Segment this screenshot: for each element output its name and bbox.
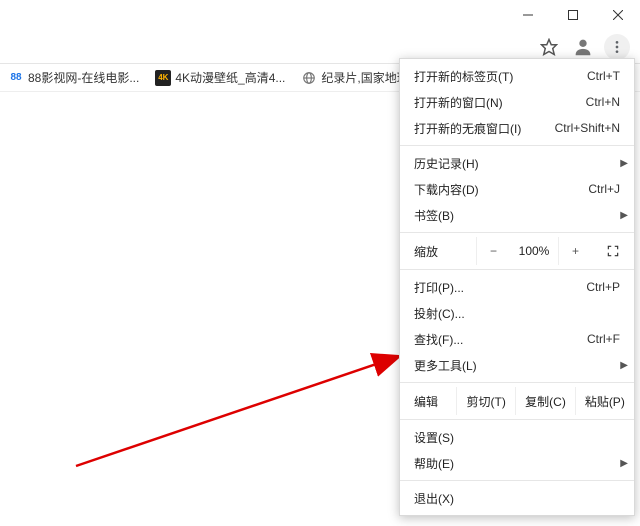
menu-label: 打印(P)... xyxy=(414,279,586,296)
menu-label: 书签(B) xyxy=(414,207,620,224)
window-titlebar xyxy=(0,0,640,30)
zoom-out-button[interactable]: − xyxy=(476,237,510,265)
menu-label: 打开新的无痕窗口(I) xyxy=(414,120,555,137)
menu-help[interactable]: 帮助(E) ▶ xyxy=(400,450,634,476)
menu-shortcut: Ctrl+Shift+N xyxy=(555,121,620,135)
menu-label: 历史记录(H) xyxy=(414,155,620,172)
menu-shortcut: Ctrl+N xyxy=(586,95,620,109)
menu-shortcut: Ctrl+F xyxy=(587,332,620,346)
bookmark-label: 4K动漫壁纸_高清4... xyxy=(175,69,285,86)
menu-find[interactable]: 查找(F)... Ctrl+F xyxy=(400,326,634,352)
zoom-in-button[interactable]: + xyxy=(558,237,592,265)
menu-new-tab[interactable]: 打开新的标签页(T) Ctrl+T xyxy=(400,63,634,89)
bookmark-item[interactable]: 4K 4K动漫壁纸_高清4... xyxy=(155,69,285,86)
menu-new-window[interactable]: 打开新的窗口(N) Ctrl+N xyxy=(400,89,634,115)
menu-label: 更多工具(L) xyxy=(414,357,620,374)
menu-shortcut: Ctrl+J xyxy=(588,182,620,196)
fullscreen-button[interactable] xyxy=(592,244,634,258)
menu-copy[interactable]: 复制(C) xyxy=(515,387,574,415)
menu-bookmarks[interactable]: 书签(B) ▶ xyxy=(400,202,634,228)
menu-new-incognito[interactable]: 打开新的无痕窗口(I) Ctrl+Shift+N xyxy=(400,115,634,141)
favicon xyxy=(301,70,317,86)
submenu-arrow-icon: ▶ xyxy=(620,210,628,221)
menu-print[interactable]: 打印(P)... Ctrl+P xyxy=(400,274,634,300)
menu-shortcut: Ctrl+T xyxy=(587,69,620,83)
menu-label: 缩放 xyxy=(414,243,476,260)
menu-cast[interactable]: 投射(C)... xyxy=(400,300,634,326)
submenu-arrow-icon: ▶ xyxy=(620,158,628,169)
favicon: 4K xyxy=(155,70,171,86)
menu-label: 帮助(E) xyxy=(414,455,620,472)
menu-label: 编辑 xyxy=(400,387,456,415)
menu-label: 设置(S) xyxy=(414,429,620,446)
submenu-arrow-icon: ▶ xyxy=(620,458,628,469)
menu-label: 打开新的窗口(N) xyxy=(414,94,586,111)
menu-separator xyxy=(400,145,634,146)
profile-avatar-icon[interactable] xyxy=(570,34,596,60)
menu-shortcut: Ctrl+P xyxy=(586,280,620,294)
window-maximize-button[interactable] xyxy=(550,0,595,30)
bookmark-star-icon[interactable] xyxy=(536,34,562,60)
zoom-value: 100% xyxy=(510,244,558,258)
menu-paste[interactable]: 粘贴(P) xyxy=(575,387,634,415)
menu-edit-row: 编辑 剪切(T) 复制(C) 粘贴(P) xyxy=(400,387,634,415)
menu-separator xyxy=(400,419,634,420)
menu-cut[interactable]: 剪切(T) xyxy=(456,387,515,415)
menu-separator xyxy=(400,382,634,383)
menu-exit[interactable]: 退出(X) xyxy=(400,485,634,511)
menu-label: 查找(F)... xyxy=(414,331,587,348)
menu-separator xyxy=(400,480,634,481)
menu-more-tools[interactable]: 更多工具(L) ▶ xyxy=(400,352,634,378)
bookmark-label: 88影视网-在线电影... xyxy=(28,69,139,86)
window-close-button[interactable] xyxy=(595,0,640,30)
menu-downloads[interactable]: 下载内容(D) Ctrl+J xyxy=(400,176,634,202)
menu-label: 退出(X) xyxy=(414,490,620,507)
menu-kebab-icon[interactable] xyxy=(604,34,630,60)
chrome-main-menu: 打开新的标签页(T) Ctrl+T 打开新的窗口(N) Ctrl+N 打开新的无… xyxy=(399,58,635,516)
window-minimize-button[interactable] xyxy=(505,0,550,30)
menu-settings[interactable]: 设置(S) xyxy=(400,424,634,450)
menu-label: 打开新的标签页(T) xyxy=(414,68,587,85)
menu-label: 下载内容(D) xyxy=(414,181,588,198)
menu-zoom-row: 缩放 − 100% + xyxy=(400,237,634,265)
submenu-arrow-icon: ▶ xyxy=(620,360,628,371)
favicon: 88 xyxy=(8,70,24,86)
menu-separator xyxy=(400,232,634,233)
bookmark-item[interactable]: 88 88影视网-在线电影... xyxy=(8,69,139,86)
menu-separator xyxy=(400,269,634,270)
menu-label: 投射(C)... xyxy=(414,305,620,322)
menu-history[interactable]: 历史记录(H) ▶ xyxy=(400,150,634,176)
